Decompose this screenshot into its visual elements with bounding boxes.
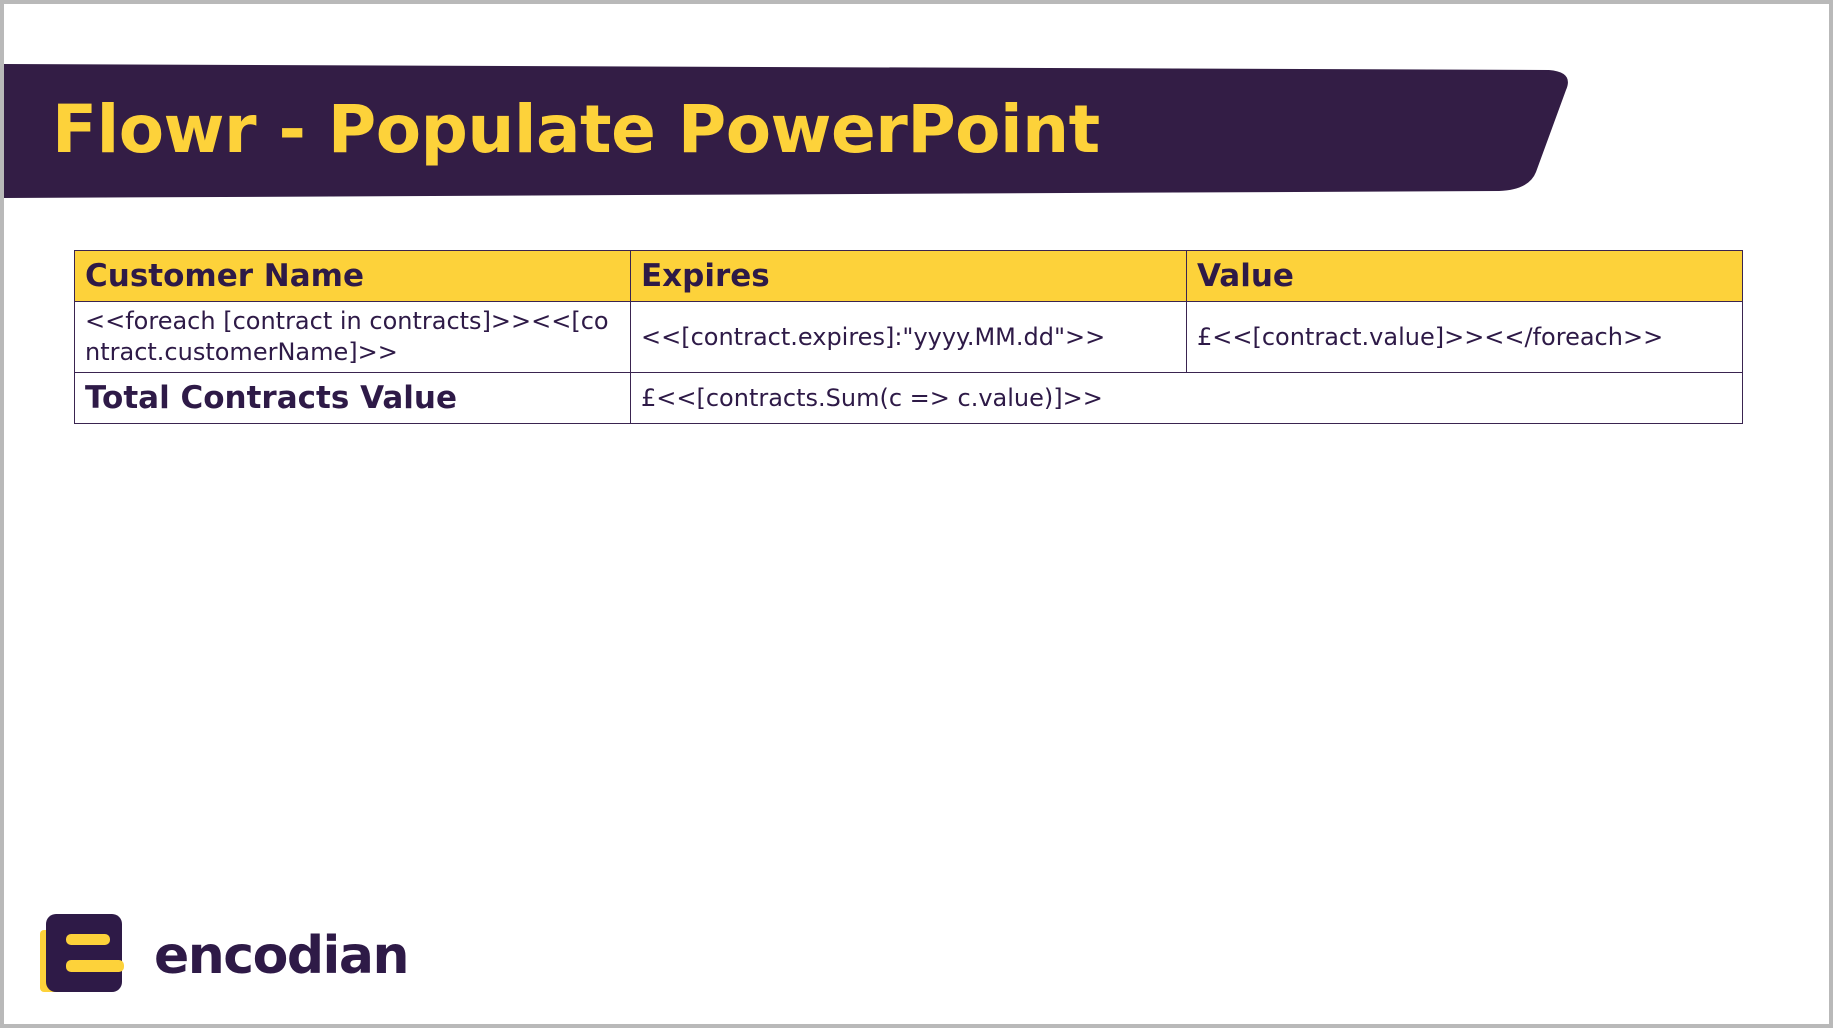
- slide: Flowr - Populate PowerPoint Customer Nam…: [0, 0, 1833, 1028]
- table-header-row: Customer Name Expires Value: [74, 250, 1743, 302]
- encodian-logo: encodian: [40, 906, 420, 996]
- header-value: Value: [1186, 250, 1743, 302]
- title-banner: Flowr - Populate PowerPoint: [4, 60, 1574, 200]
- cell-customer-name: <<foreach [contract in contracts]>><<[co…: [74, 301, 631, 373]
- cell-expires: <<[contract.expires]:"yyyy.MM.dd">>: [630, 301, 1187, 373]
- total-value: £<<[contracts.Sum(c => c.value)]>>: [630, 372, 1743, 424]
- header-expires: Expires: [630, 250, 1187, 302]
- table-row: <<foreach [contract in contracts]>><<[co…: [74, 301, 1743, 373]
- header-customer-name: Customer Name: [74, 250, 631, 302]
- total-row: Total Contracts Value £<<[contracts.Sum(…: [74, 372, 1743, 424]
- brand-name: encodian: [154, 926, 410, 986]
- template-table: Customer Name Expires Value <<foreach [c…: [74, 250, 1743, 424]
- slide-title: Flowr - Populate PowerPoint: [52, 91, 1100, 168]
- total-label: Total Contracts Value: [74, 372, 631, 424]
- encodian-e-icon: [40, 914, 124, 992]
- cell-value: £<<[contract.value]>><</foreach>>: [1186, 301, 1743, 373]
